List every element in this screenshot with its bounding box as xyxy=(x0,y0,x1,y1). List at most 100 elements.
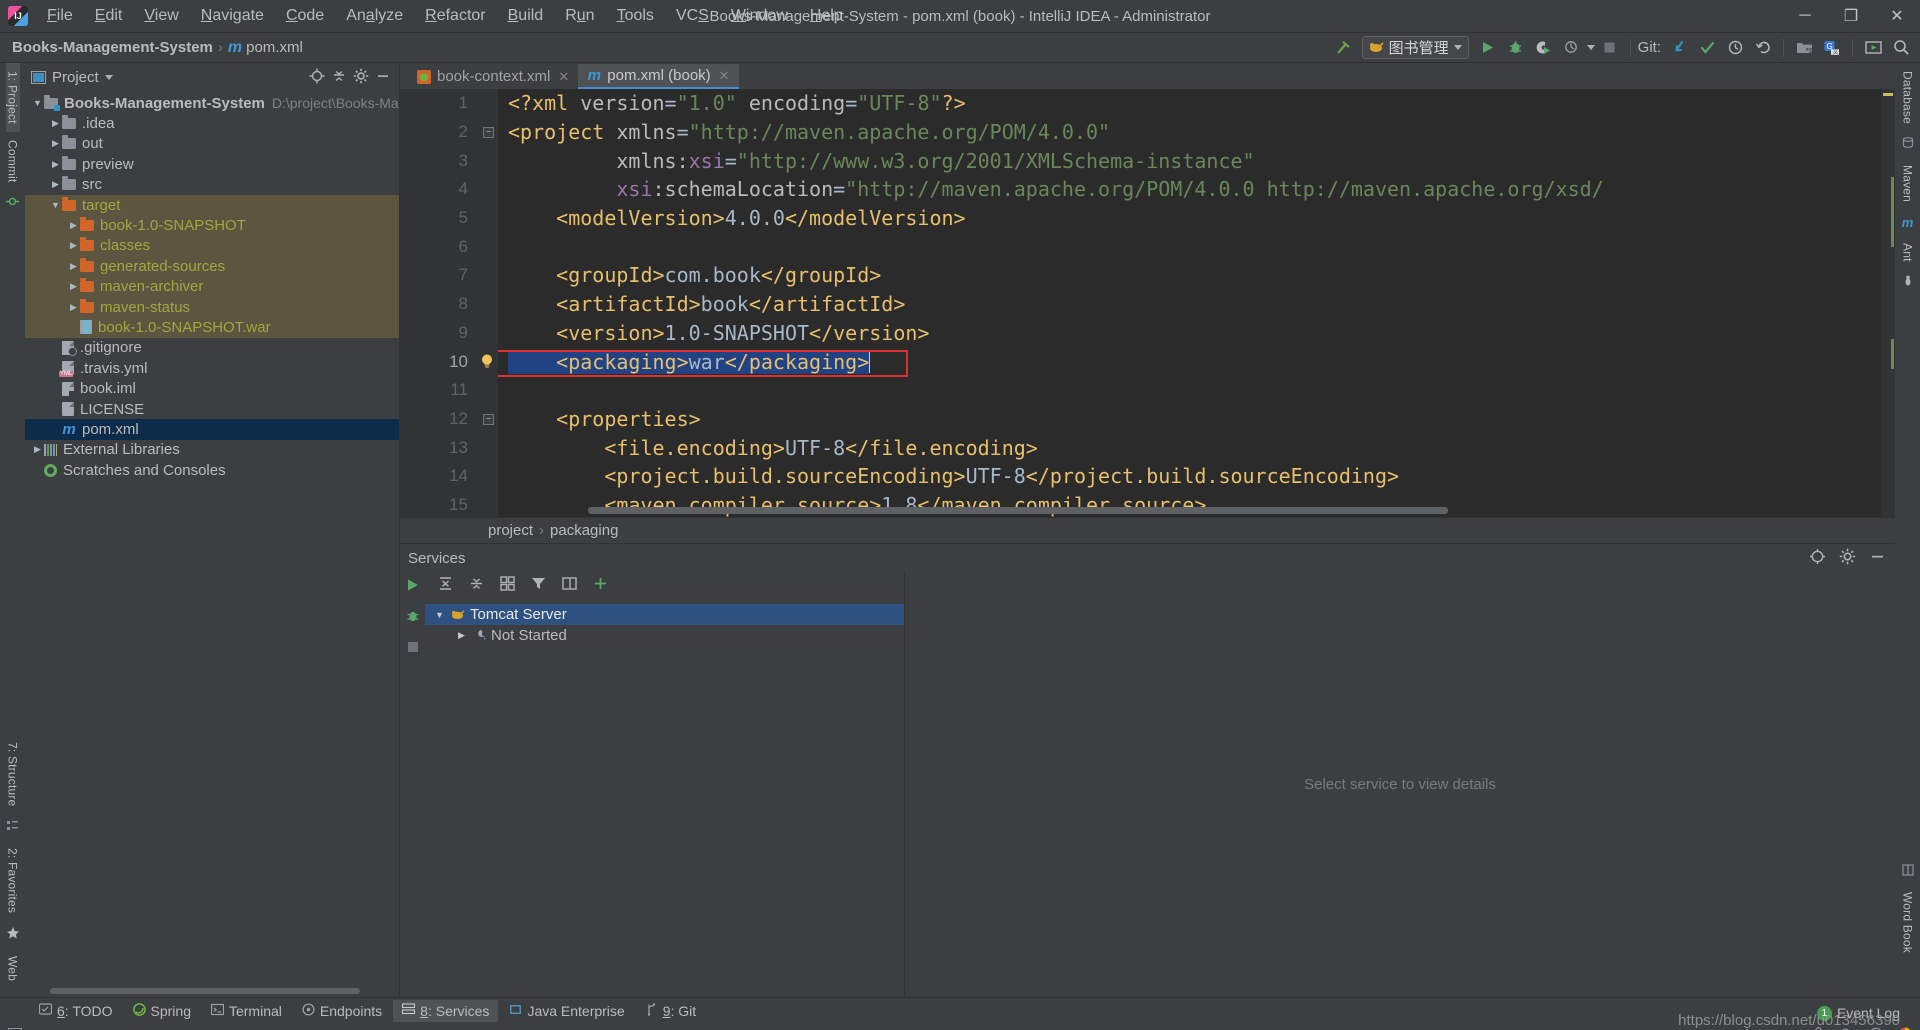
hide-icon[interactable] xyxy=(1867,548,1887,568)
code-line[interactable] xyxy=(508,232,1881,261)
intention-bulb-icon[interactable] xyxy=(478,352,496,370)
rail-item-project[interactable]: 1: Project xyxy=(5,63,20,132)
menu-item-help[interactable]: Help xyxy=(799,4,854,28)
tree-expand-arrow[interactable]: ▶ xyxy=(49,404,62,415)
tree-expand-arrow[interactable]: ▼ xyxy=(433,610,446,620)
fold-marker[interactable]: − xyxy=(483,413,494,425)
editor-horizontal-scrollbar[interactable] xyxy=(588,507,1821,515)
collapse-all-icon[interactable] xyxy=(329,68,349,87)
minimize-button[interactable]: ─ xyxy=(1782,0,1828,33)
menu-item-edit[interactable]: Edit xyxy=(84,4,134,28)
update-project-icon[interactable] xyxy=(1666,36,1692,60)
tree-node-travis-yml[interactable]: ▶.travis.yml xyxy=(25,358,399,378)
project-tree[interactable]: ▼ Books-Management-System D:\project\Books… xyxy=(25,91,399,985)
menu-item-run[interactable]: Run xyxy=(554,4,605,28)
tree-node-scratches-and-consoles[interactable]: ▶ Scratches and Consoles xyxy=(25,460,399,480)
group-icon[interactable] xyxy=(499,575,516,597)
chevron-down-icon[interactable] xyxy=(1586,45,1595,50)
hide-icon[interactable] xyxy=(373,68,393,87)
help-icon[interactable] xyxy=(1807,548,1827,568)
present-icon[interactable] xyxy=(1860,36,1886,60)
rail-item-web[interactable]: Web xyxy=(6,948,20,989)
tree-expand-arrow[interactable]: ▶ xyxy=(49,138,62,149)
rail-item-favorites[interactable]: 2: Favorites xyxy=(6,840,20,921)
rail-item-database[interactable]: Database xyxy=(1901,63,1915,132)
tree-node-license[interactable]: ▶ LICENSE xyxy=(25,399,399,419)
code-text-area[interactable]: <?xml version = "1.0" encoding = "UTF-8" ?> <p… xyxy=(498,89,1881,517)
menu-item-build[interactable]: Build xyxy=(497,4,555,28)
expand-all-icon[interactable] xyxy=(437,575,454,597)
tree-expand-arrow[interactable]: ▶ xyxy=(31,444,44,455)
fold-marker[interactable]: − xyxy=(483,126,494,138)
breadcrumb-file[interactable]: pom.xml xyxy=(246,39,303,56)
project-tree-scrollbar[interactable] xyxy=(25,985,399,997)
tool-window-button-endpoints[interactable]: Endpoints xyxy=(293,1000,391,1022)
tree-node-pom-xml[interactable]: ▶m pom.xml xyxy=(25,419,399,440)
menu-item-analyze[interactable]: Analyze xyxy=(335,4,414,28)
gear-icon[interactable] xyxy=(1837,548,1857,568)
rail-item-ant[interactable]: Ant xyxy=(1901,235,1915,270)
structure-icon[interactable] xyxy=(6,815,19,840)
close-icon[interactable]: ✕ xyxy=(719,68,730,84)
code-line[interactable]: <groupId> com.book </groupId> xyxy=(508,261,1881,290)
run-icon[interactable] xyxy=(406,578,420,597)
menu-item-navigate[interactable]: Navigate xyxy=(190,4,275,28)
run-coverage-icon[interactable] xyxy=(1531,36,1557,60)
tree-expand-arrow[interactable]: ▶ xyxy=(49,342,62,353)
close-icon[interactable]: ✕ xyxy=(558,69,569,85)
tree-expand-arrow[interactable]: ▶ xyxy=(49,179,62,190)
tree-node-books-management-system[interactable]: ▼ Books-Management-System D:\project\Books… xyxy=(25,93,399,113)
code-line[interactable]: <version> 1.0-SNAPSHOT </version> xyxy=(508,319,1881,348)
maximize-button[interactable]: ❐ xyxy=(1828,0,1874,33)
menu-item-file[interactable]: File xyxy=(36,4,84,28)
right-tool-rail[interactable]: Database Maven m Ant Word Book xyxy=(1895,63,1920,997)
code-line[interactable]: <project xmlns = "http://maven.apache.org/… xyxy=(508,118,1881,147)
commit-icon[interactable] xyxy=(1694,36,1720,60)
menu-item-tools[interactable]: Tools xyxy=(606,4,665,28)
word-book-icon[interactable] xyxy=(1901,859,1914,884)
tree-expand-arrow[interactable]: ▶ xyxy=(49,383,62,394)
debug-icon[interactable] xyxy=(1503,36,1529,60)
tree-node-book-1-0-snapshot[interactable]: ▶ book-1.0-SNAPSHOT xyxy=(25,215,399,236)
tool-window-button-java-enterprise[interactable]: Java Enterprise xyxy=(500,1000,633,1022)
code-line[interactable]: xmlns: xsi = "http://www.w3.org/2001/XMLSch… xyxy=(508,146,1881,175)
profile-icon[interactable] xyxy=(1559,36,1585,60)
menu-item-window[interactable]: Window xyxy=(720,4,799,28)
tree-node-classes[interactable]: ▶ classes xyxy=(25,235,399,257)
code-line[interactable]: <file.encoding> UTF-8 </file.encoding> xyxy=(508,433,1881,462)
tree-expand-arrow[interactable]: ▶ xyxy=(49,159,62,170)
tree-node-maven-status[interactable]: ▶ maven-status xyxy=(25,296,399,318)
tree-node-preview[interactable]: ▶ preview xyxy=(25,154,399,174)
tool-window-button-terminal[interactable]: Terminal xyxy=(202,1000,291,1022)
tree-node-target[interactable]: ▼ target xyxy=(25,194,399,216)
editor-viewport[interactable]: 1 2 3 4 5 6 7 8 9 10 11 12 13 14 15 − − <?xml version = "… xyxy=(400,89,1895,517)
rollback-icon[interactable] xyxy=(1750,36,1776,60)
code-line[interactable]: <project.build.sourceEncoding> UTF-8 </pro… xyxy=(508,462,1881,491)
rail-item-word-book[interactable]: Word Book xyxy=(1901,884,1915,961)
tree-node-idea[interactable]: ▶ .idea xyxy=(25,113,399,133)
history-icon[interactable] xyxy=(1722,36,1748,60)
fold-gutter[interactable]: − − xyxy=(480,89,498,517)
tree-node-external-libraries[interactable]: ▶ External Libraries xyxy=(25,440,399,460)
services-tree-toolbar[interactable] xyxy=(425,572,904,600)
tool-window-button-spring[interactable]: Spring xyxy=(124,1000,200,1022)
add-icon[interactable] xyxy=(592,575,609,597)
ant-icon[interactable] xyxy=(1902,270,1914,295)
tree-node-generated-sources[interactable]: ▶ generated-sources xyxy=(25,256,399,277)
code-line[interactable]: <packaging>war</packaging> xyxy=(508,347,1881,376)
tree-node-maven-archiver[interactable]: ▶ maven-archiver xyxy=(25,276,399,297)
star-icon[interactable] xyxy=(6,921,20,948)
chevron-down-icon[interactable] xyxy=(1453,45,1462,50)
tree-expand-arrow[interactable]: ▶ xyxy=(67,302,80,313)
services-run-toolbar[interactable] xyxy=(400,572,425,997)
code-line[interactable]: <modelVersion> 4.0.0 </modelVersion> xyxy=(508,204,1881,233)
tree-node-book-iml[interactable]: ▶ book.iml xyxy=(25,378,399,398)
tree-expand-arrow[interactable]: ▶ xyxy=(67,220,80,231)
rail-item-commit[interactable]: Commit xyxy=(6,132,20,191)
tree-expand-arrow[interactable]: ▶ xyxy=(49,424,62,435)
filter-icon[interactable] xyxy=(530,575,547,597)
commit-icon[interactable] xyxy=(6,190,19,216)
tool-window-button-9-git[interactable]: 9: Git xyxy=(636,1000,705,1022)
editor-breadcrumb-packaging[interactable]: packaging xyxy=(550,522,618,539)
rail-item-maven[interactable]: Maven xyxy=(1901,157,1915,210)
